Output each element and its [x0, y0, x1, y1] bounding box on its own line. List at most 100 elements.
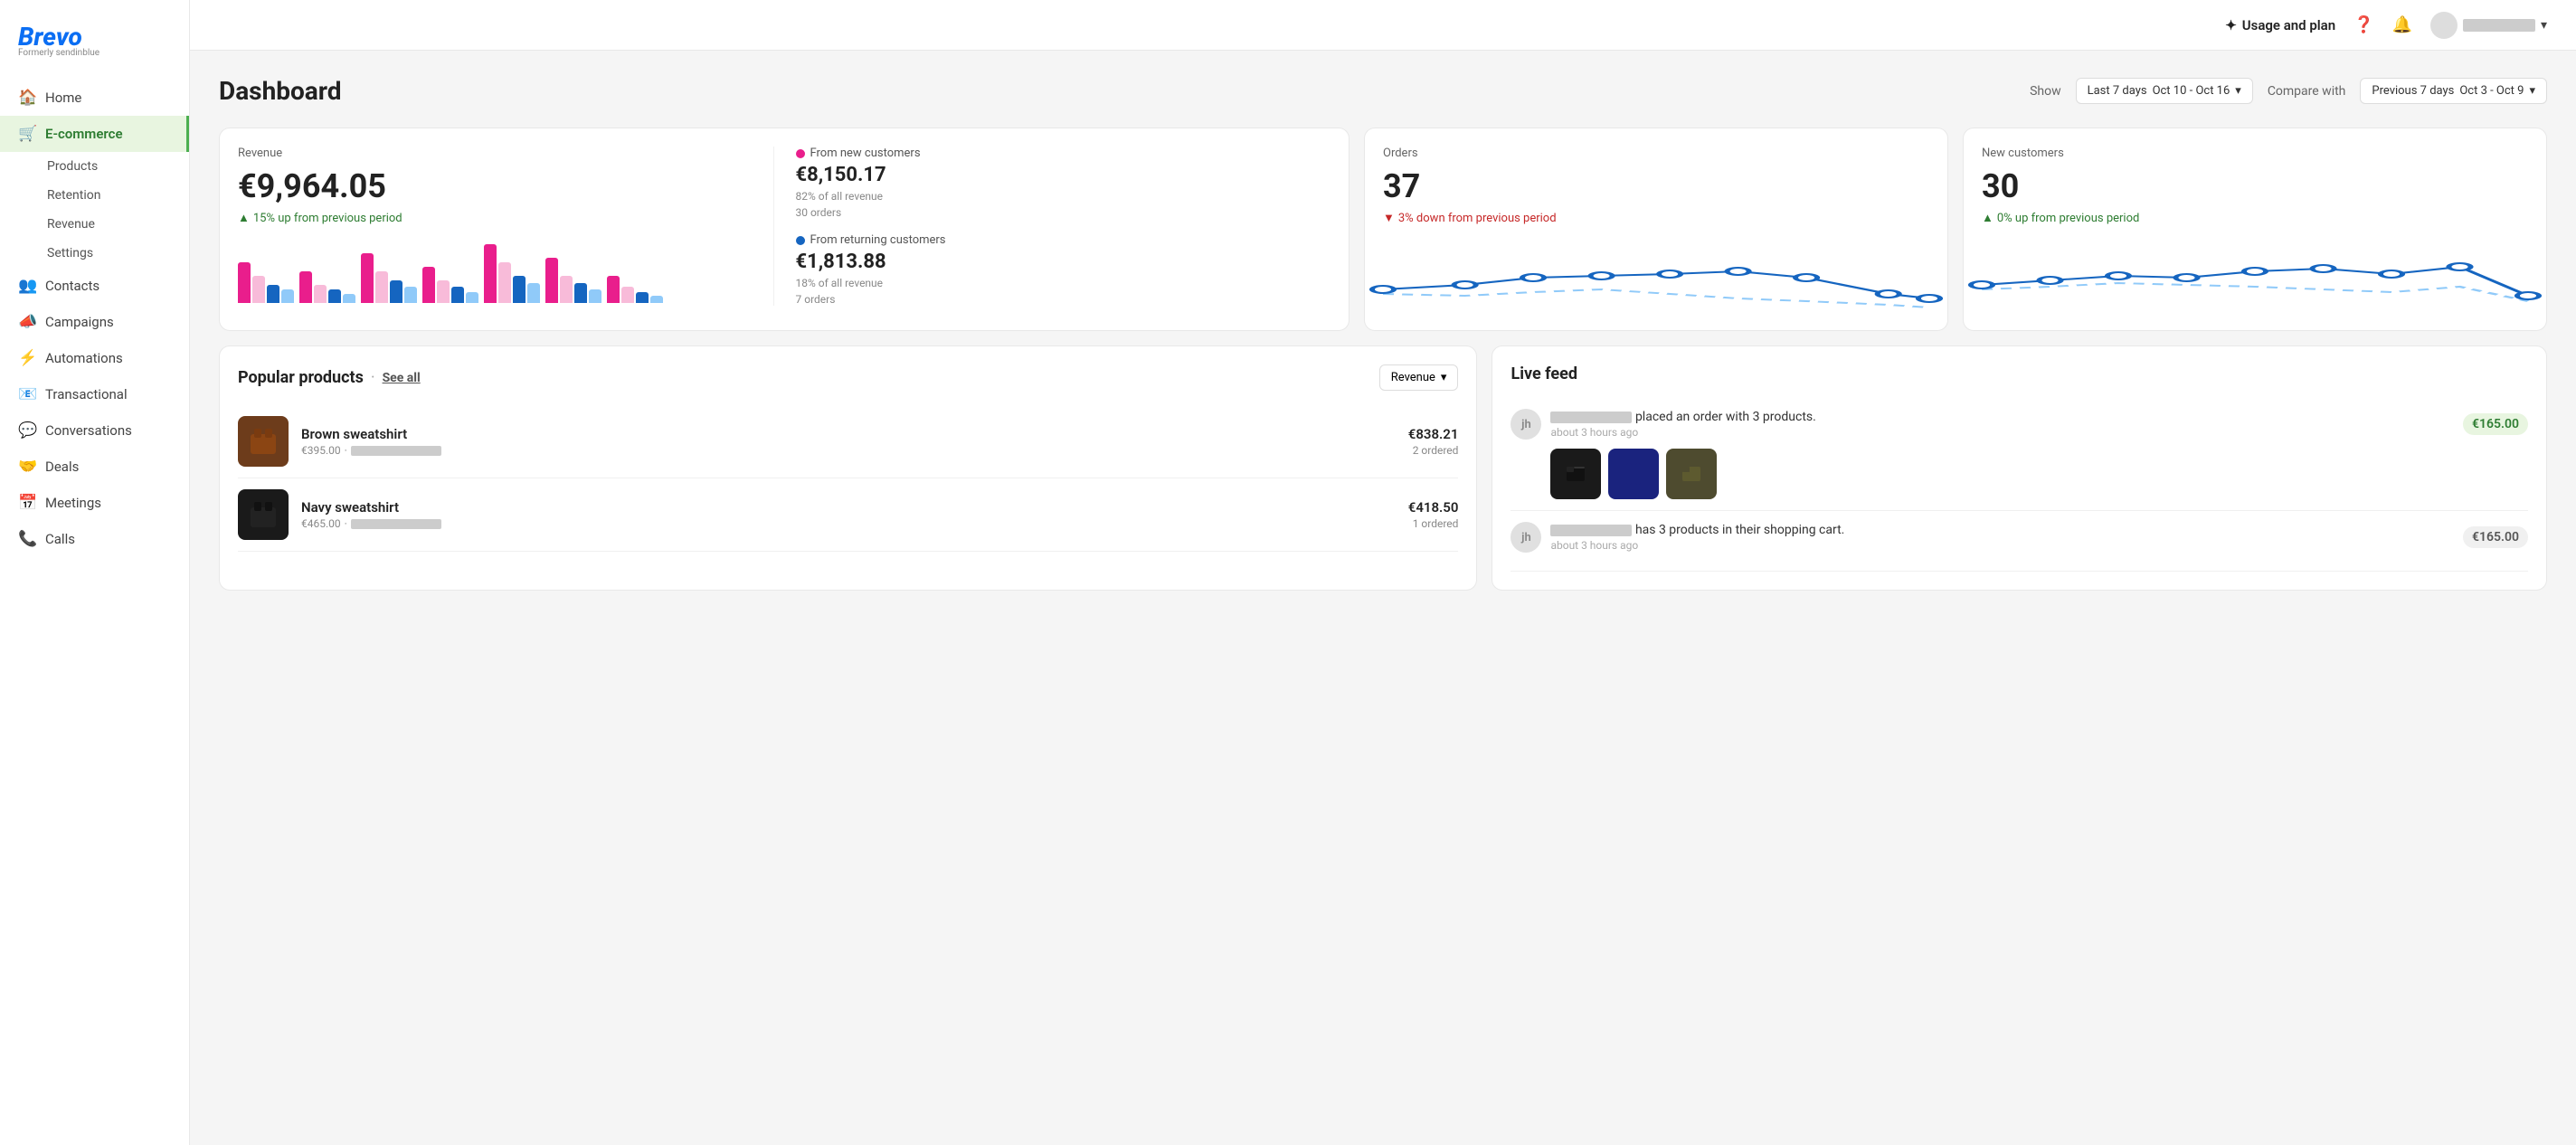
sort-dropdown[interactable]: Revenue ▾ [1379, 364, 1459, 391]
orders-card: Orders 37 ▼ 3% down from previous period [1364, 128, 1948, 331]
revenue-card: Revenue €9,964.05 ▲ 15% up from previous… [219, 128, 1350, 331]
product-totals: €418.50 1 ordered [1408, 499, 1459, 530]
sidebar-item-revenue[interactable]: Revenue [0, 210, 189, 239]
product-totals: €838.21 2 ordered [1408, 426, 1459, 457]
revenue-value: €9,964.05 [238, 167, 773, 205]
bar-pink [545, 258, 558, 303]
username-label [2463, 19, 2535, 32]
sidebar-item-label: Transactional [45, 386, 128, 402]
sidebar-item-label: Campaigns [45, 314, 114, 330]
sidebar-item-label: Home [45, 90, 81, 106]
help-icon[interactable]: ❓ [2353, 15, 2373, 34]
sidebar-item-automations[interactable]: ⚡ Automations [0, 340, 189, 376]
feed-action: has 3 products in their shopping cart. [1550, 523, 1844, 537]
deals-icon: 🤝 [18, 458, 36, 476]
usage-label: Usage and plan [2242, 17, 2335, 33]
revenue-bar-chart [238, 240, 773, 303]
contacts-icon: 👥 [18, 277, 36, 295]
sidebar-item-label: Contacts [45, 278, 99, 294]
notification-icon[interactable]: 🔔 [2392, 15, 2412, 34]
product-total: €418.50 [1408, 499, 1459, 516]
live-feed-title: Live feed [1511, 364, 1577, 383]
new-customers-card-trend: ▲ 0% up from previous period [1982, 211, 2528, 225]
blue-dot [796, 236, 805, 245]
popular-products-title: Popular products · See all [238, 368, 421, 387]
topbar: ✦ Usage and plan ❓ 🔔 ▾ [190, 0, 2576, 51]
product-orders: 1 ordered [1408, 517, 1459, 530]
feed-time: about 3 hours ago [1550, 539, 1844, 552]
bottom-section: Popular products · See all Revenue ▾ [219, 345, 2547, 591]
bar-pair [361, 253, 417, 303]
compare-selector[interactable]: Previous 7 days Oct 3 - Oct 9 ▾ [2360, 78, 2547, 104]
sidebar-item-home[interactable]: 🏠 Home [0, 80, 189, 116]
feed-item: jh has 3 products in their shopping cart… [1511, 511, 2528, 572]
bar-pink [361, 253, 374, 303]
show-label: Show [2030, 84, 2061, 99]
bar-light-blue [466, 292, 478, 303]
product-sku [351, 519, 441, 529]
sidebar-item-contacts[interactable]: 👥 Contacts [0, 268, 189, 304]
new-customers-pct: 82% of all revenue [796, 190, 1331, 203]
period-pill[interactable]: Last 7 days Oct 10 - Oct 16 ▾ [2076, 78, 2253, 104]
sidebar-item-label: Conversations [45, 422, 132, 439]
sidebar-item-campaigns[interactable]: 📣 Campaigns [0, 304, 189, 340]
feed-username [1550, 412, 1632, 423]
bar-light-pink [314, 285, 327, 303]
brand-subtitle: Formerly sendinblue [18, 48, 171, 58]
bar-blue [451, 287, 464, 303]
bar-blue [636, 292, 649, 303]
bar-pink [607, 276, 620, 303]
product-info: Navy sweatshirt €465.00 · [301, 499, 1396, 530]
feed-item: jh placed an order with 3 products. abou… [1511, 398, 2528, 511]
returning-customers-pct: 18% of all revenue [796, 277, 1331, 289]
bar-pair [299, 271, 355, 303]
feed-item-header: jh placed an order with 3 products. abou… [1511, 409, 2528, 440]
sidebar-item-label: Automations [45, 350, 123, 366]
bar-pair [422, 267, 478, 303]
feed-username [1550, 525, 1632, 536]
sidebar-item-ecommerce[interactable]: 🛒 E-commerce [0, 116, 189, 152]
new-customers-card: New customers 30 ▲ 0% up from previous p… [1963, 128, 2547, 331]
sidebar-item-label: Deals [45, 459, 79, 475]
avatar [2430, 12, 2458, 39]
chevron-down-icon: ▾ [1441, 371, 1447, 384]
logo: Brevo Formerly sendinblue [0, 14, 189, 80]
see-all-link[interactable]: See all [383, 371, 421, 385]
popular-products-header: Popular products · See all Revenue ▾ [238, 364, 1458, 391]
sidebar-item-settings[interactable]: Settings [0, 239, 189, 268]
returning-customers-orders: 7 orders [796, 293, 1331, 306]
bar-light-blue [281, 289, 294, 303]
product-thumb [1550, 449, 1601, 499]
dashboard-header: Dashboard Show Last 7 days Oct 10 - Oct … [219, 76, 2547, 106]
period-selector[interactable]: Last 7 days Oct 10 - Oct 16 ▾ [2076, 78, 2253, 104]
feed-item-header: jh has 3 products in their shopping cart… [1511, 522, 2528, 553]
revenue-trend-text: 15% up from previous period [253, 212, 402, 225]
orders-trend-text: 3% down from previous period [1398, 212, 1557, 225]
new-customers-block: From new customers €8,150.17 82% of all … [796, 147, 1331, 219]
product-name: Brown sweatshirt [301, 426, 1396, 442]
bar-pink [299, 271, 312, 303]
bar-light-pink [375, 271, 388, 303]
sidebar-item-deals[interactable]: 🤝 Deals [0, 449, 189, 485]
sidebar-item-products[interactable]: Products [0, 152, 189, 181]
feed-avatar: jh [1511, 409, 1541, 440]
bar-light-pink [252, 276, 265, 303]
new-customers-card-label: New customers [1982, 147, 2528, 160]
sidebar-item-transactional[interactable]: 📧 Transactional [0, 376, 189, 412]
sidebar-item-conversations[interactable]: 💬 Conversations [0, 412, 189, 449]
feed-user: jh has 3 products in their shopping cart… [1511, 522, 1844, 553]
sidebar-item-calls[interactable]: 📞 Calls [0, 521, 189, 557]
bar-blue [267, 285, 279, 303]
sidebar-item-label: E-commerce [45, 126, 123, 142]
campaigns-icon: 📣 [18, 313, 36, 331]
product-thumb [1666, 449, 1717, 499]
user-menu[interactable]: ▾ [2430, 12, 2547, 39]
bar-pair [238, 262, 294, 303]
returning-customers-block: From returning customers €1,813.88 18% o… [796, 233, 1331, 306]
usage-and-plan-button[interactable]: ✦ Usage and plan [2225, 17, 2335, 33]
orders-trend: ▼ 3% down from previous period [1383, 211, 1929, 225]
compare-pill[interactable]: Previous 7 days Oct 3 - Oct 9 ▾ [2360, 78, 2547, 104]
sidebar-item-meetings[interactable]: 📅 Meetings [0, 485, 189, 521]
sidebar-item-retention[interactable]: Retention [0, 181, 189, 210]
feed-avatar: jh [1511, 522, 1541, 553]
